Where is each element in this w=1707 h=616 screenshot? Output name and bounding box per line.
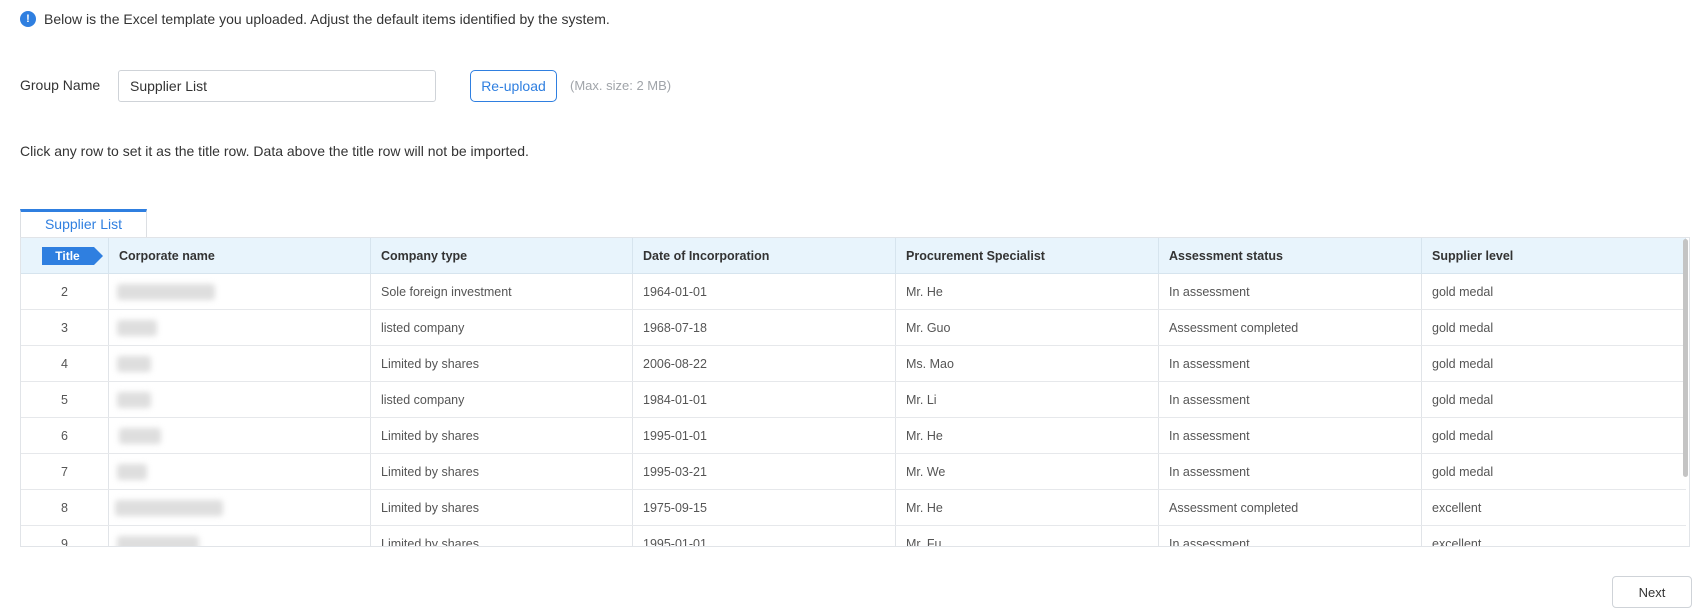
status-cell: In assessment — [1159, 418, 1422, 453]
company-type-cell: listed company — [371, 382, 633, 417]
table-row[interactable]: 7 Limited by shares 1995-03-21 Mr. We In… — [21, 454, 1686, 490]
status-cell: In assessment — [1159, 382, 1422, 417]
date-cell: 1995-01-01 — [633, 526, 896, 546]
specialist-cell: Mr. Guo — [896, 310, 1159, 345]
table-scrollbar[interactable] — [1683, 239, 1688, 477]
date-cell: 1984-01-01 — [633, 382, 896, 417]
specialist-cell: Mr. He — [896, 490, 1159, 525]
table-body: 2 Sole foreign investment 1964-01-01 Mr.… — [21, 274, 1686, 547]
corporate-name-cell — [109, 274, 371, 309]
redacted-name — [117, 535, 199, 546]
header-cell: Supplier level — [1422, 238, 1686, 273]
level-cell: excellent — [1432, 500, 1482, 515]
preview-table: Title Corporate name Company type Date o… — [20, 237, 1690, 547]
notice-text: Below is the Excel template you uploaded… — [44, 11, 610, 27]
redacted-name — [119, 427, 161, 444]
redacted-name — [117, 391, 151, 408]
row-number: 7 — [21, 454, 109, 489]
table-row[interactable]: 8 Limited by shares 1975-09-15 Mr. He As… — [21, 490, 1686, 526]
table-row[interactable]: 6 Limited by shares 1995-01-01 Mr. He In… — [21, 418, 1686, 454]
corporate-name-cell — [109, 454, 371, 489]
header-cell: Assessment status — [1159, 238, 1422, 273]
level-cell: gold medal — [1432, 464, 1494, 479]
row-number: 8 — [21, 490, 109, 525]
notice-banner: ! Below is the Excel template you upload… — [20, 11, 610, 27]
row-number: 4 — [21, 346, 109, 381]
title-row-tag: Title — [41, 246, 103, 265]
row-number: 3 — [21, 310, 109, 345]
row-number: 9 — [21, 526, 109, 546]
status-cell: Assessment completed — [1159, 310, 1422, 345]
corporate-name-cell — [109, 490, 371, 525]
status-cell: In assessment — [1159, 454, 1422, 489]
company-type-cell: Limited by shares — [371, 418, 633, 453]
table-row[interactable]: 4 Limited by shares 2006-08-22 Ms. Mao I… — [21, 346, 1686, 382]
redacted-name — [117, 319, 157, 336]
company-type-cell: Limited by shares — [371, 346, 633, 381]
instruction-text: Click any row to set it as the title row… — [20, 143, 529, 159]
date-cell: 2006-08-22 — [633, 346, 896, 381]
header-cell: Procurement Specialist — [896, 238, 1159, 273]
redacted-name — [117, 463, 147, 480]
redacted-name — [115, 499, 223, 516]
row-number: 5 — [21, 382, 109, 417]
table-row[interactable]: 9 Limited by shares 1995-01-01 Mr. Fu In… — [21, 526, 1686, 547]
level-cell: gold medal — [1432, 284, 1494, 299]
next-button[interactable]: Next — [1612, 576, 1692, 608]
import-page: ! Below is the Excel template you upload… — [0, 0, 1707, 616]
specialist-cell: Mr. Li — [896, 382, 1159, 417]
specialist-cell: Ms. Mao — [896, 346, 1159, 381]
row-number: 2 — [21, 274, 109, 309]
level-cell: gold medal — [1432, 356, 1494, 371]
table-header-row: Title Corporate name Company type Date o… — [21, 238, 1686, 274]
corporate-name-cell — [109, 346, 371, 381]
level-cell: gold medal — [1432, 320, 1494, 335]
max-size-hint: (Max. size: 2 MB) — [570, 78, 672, 93]
level-cell: excellent — [1432, 536, 1482, 547]
header-cell-number: Title — [21, 238, 109, 273]
company-type-cell: Sole foreign investment — [371, 274, 633, 309]
corporate-name-cell — [109, 310, 371, 345]
status-cell: Assessment completed — [1159, 490, 1422, 525]
redacted-name — [117, 355, 151, 372]
date-cell: 1968-07-18 — [633, 310, 896, 345]
reupload-button[interactable]: Re-upload — [470, 70, 557, 102]
specialist-cell: Mr. He — [896, 274, 1159, 309]
date-cell: 1995-01-01 — [633, 418, 896, 453]
table-row[interactable]: 3 listed company 1968-07-18 Mr. Guo Asse… — [21, 310, 1686, 346]
date-cell: 1975-09-15 — [633, 490, 896, 525]
info-icon: ! — [20, 11, 36, 27]
corporate-name-cell — [109, 418, 371, 453]
company-type-cell: listed company — [371, 310, 633, 345]
header-cell: Date of Incorporation — [633, 238, 896, 273]
group-name-label: Group Name — [20, 77, 101, 93]
corporate-name-cell — [109, 526, 371, 546]
company-type-cell: Limited by shares — [371, 526, 633, 546]
date-cell: 1964-01-01 — [633, 274, 896, 309]
table-row[interactable]: 5 listed company 1984-01-01 Mr. Li In as… — [21, 382, 1686, 418]
specialist-cell: Mr. We — [896, 454, 1159, 489]
group-name-input[interactable] — [118, 70, 436, 102]
status-cell: In assessment — [1159, 274, 1422, 309]
specialist-cell: Mr. Fu — [896, 526, 1159, 546]
header-cell: Corporate name — [109, 238, 371, 273]
level-cell: gold medal — [1432, 428, 1494, 443]
row-number: 6 — [21, 418, 109, 453]
status-cell: In assessment — [1159, 526, 1422, 546]
level-cell: gold medal — [1432, 392, 1494, 407]
specialist-cell: Mr. He — [896, 418, 1159, 453]
table-row[interactable]: 2 Sole foreign investment 1964-01-01 Mr.… — [21, 274, 1686, 310]
header-cell: Company type — [371, 238, 633, 273]
corporate-name-cell — [109, 382, 371, 417]
company-type-cell: Limited by shares — [371, 454, 633, 489]
tab-supplier-list[interactable]: Supplier List — [20, 209, 147, 237]
date-cell: 1995-03-21 — [633, 454, 896, 489]
status-cell: In assessment — [1159, 346, 1422, 381]
redacted-name — [117, 283, 215, 300]
company-type-cell: Limited by shares — [371, 490, 633, 525]
